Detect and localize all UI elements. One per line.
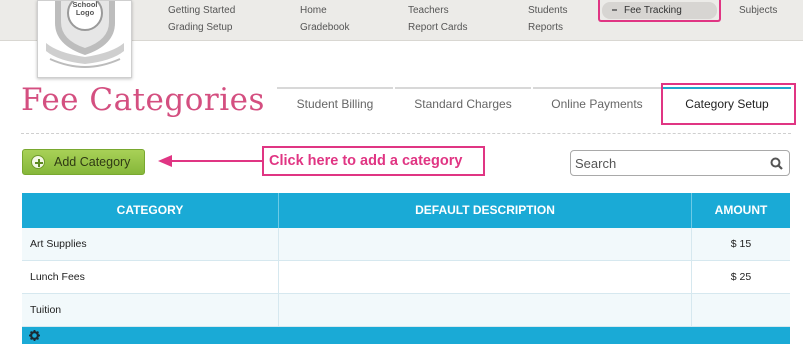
amount-cell: $ 25 — [730, 271, 752, 283]
add-category-button[interactable]: Add Category — [22, 149, 145, 175]
nav-teachers[interactable]: Teachers — [408, 5, 449, 16]
category-cell: Tuition — [22, 294, 279, 326]
add-category-callout: Click here to add a category — [262, 146, 485, 176]
description-cell — [279, 261, 692, 293]
nav-home[interactable]: Home — [300, 5, 327, 16]
table-header: CATEGORY DEFAULT DESCRIPTION AMOUNT — [22, 193, 790, 228]
school-logo-text: School Logo — [72, 0, 98, 17]
description-cell — [279, 294, 692, 326]
table-row[interactable]: Art Supplies $ 15 — [22, 228, 790, 261]
search-input[interactable] — [575, 153, 765, 173]
category-cell: Art Supplies — [22, 228, 279, 260]
fee-tracking-highlight — [598, 0, 721, 22]
divider — [21, 133, 791, 134]
description-cell — [279, 228, 692, 260]
column-header-amount[interactable]: AMOUNT — [692, 193, 790, 228]
tab-online-payments[interactable]: Online Payments — [533, 87, 661, 120]
nav-gradebook[interactable]: Gradebook — [300, 22, 349, 33]
table-row[interactable]: Lunch Fees $ 25 — [22, 261, 790, 294]
search-box[interactable] — [570, 150, 790, 176]
categories-table: CATEGORY DEFAULT DESCRIPTION AMOUNT Art … — [22, 193, 790, 344]
column-header-description[interactable]: DEFAULT DESCRIPTION — [279, 193, 692, 228]
page-title: Fee Categories — [21, 82, 265, 118]
nav-grading-setup[interactable]: Grading Setup — [168, 22, 233, 33]
nav-report-cards[interactable]: Report Cards — [408, 22, 467, 33]
category-setup-highlight — [661, 83, 796, 125]
gear-icon[interactable] — [29, 330, 40, 341]
plus-icon — [31, 155, 45, 169]
nav-students[interactable]: Students — [528, 5, 567, 16]
nav-subjects[interactable]: Subjects — [739, 5, 777, 16]
search-icon[interactable] — [770, 157, 783, 170]
school-logo[interactable]: School Logo — [37, 0, 132, 78]
tab-standard-charges[interactable]: Standard Charges — [395, 87, 531, 120]
table-footer — [22, 327, 790, 344]
category-cell: Lunch Fees — [22, 261, 279, 293]
amount-cell — [692, 294, 790, 326]
nav-reports[interactable]: Reports — [528, 22, 563, 33]
table-row[interactable]: Tuition — [22, 294, 790, 327]
amount-cell: $ 15 — [730, 238, 752, 250]
arrow-left-icon — [158, 155, 262, 167]
column-header-category[interactable]: CATEGORY — [22, 193, 279, 228]
tab-student-billing[interactable]: Student Billing — [277, 87, 393, 120]
nav-getting-started[interactable]: Getting Started — [168, 5, 235, 16]
add-category-label: Add Category — [54, 155, 131, 169]
